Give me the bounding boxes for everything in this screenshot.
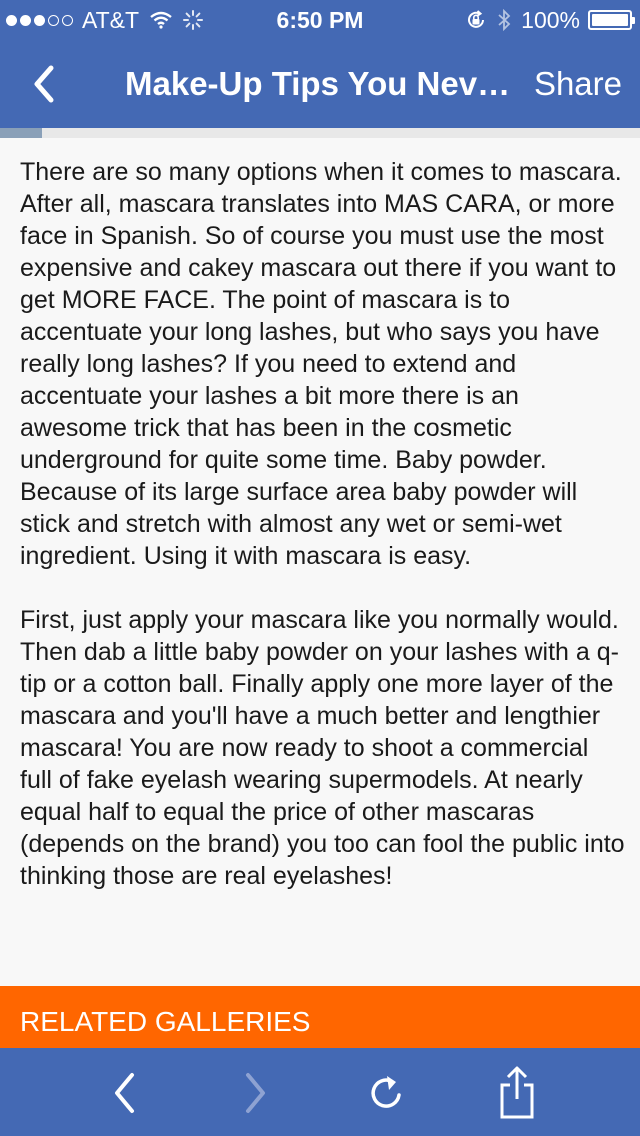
toolbar-forward-button[interactable] — [230, 1068, 280, 1118]
browser-screen: AT&T 6:50 PM 100% Make-Up Tips You Nev… … — [0, 0, 640, 1136]
battery-icon — [588, 10, 635, 30]
status-bar: AT&T 6:50 PM 100% — [0, 0, 640, 40]
share-icon — [500, 1066, 534, 1119]
reload-icon — [371, 1076, 401, 1108]
battery-fill — [592, 14, 628, 26]
image-thumbnail-fragment — [0, 128, 42, 138]
related-galleries-header[interactable]: RELATED GALLERIES — [0, 986, 640, 1048]
top-bar: AT&T 6:50 PM 100% Make-Up Tips You Nev… … — [0, 0, 640, 128]
browser-toolbar — [0, 1048, 640, 1136]
article-paragraph: There are so many options when it comes … — [20, 158, 622, 570]
battery-percentage: 100% — [521, 6, 580, 33]
orientation-lock-icon — [465, 9, 487, 31]
share-button[interactable]: Share — [534, 40, 622, 128]
chevron-left-icon — [115, 1073, 134, 1113]
status-right: 100% — [465, 6, 635, 34]
header-divider — [0, 128, 640, 138]
chevron-right-icon — [246, 1073, 265, 1113]
navigation-bar: Make-Up Tips You Nev… Share — [0, 40, 640, 128]
battery-tip — [632, 17, 635, 24]
back-button[interactable] — [20, 60, 68, 108]
article-body: There are so many options when it comes … — [20, 156, 625, 924]
bluetooth-icon — [497, 9, 511, 31]
toolbar-share-button[interactable] — [492, 1066, 542, 1119]
chevron-left-icon — [34, 65, 54, 103]
article-paragraph: First, just apply your mascara like you … — [20, 606, 625, 890]
toolbar-back-button[interactable] — [100, 1068, 150, 1118]
page-title: Make-Up Tips You Nev… — [125, 65, 511, 102]
toolbar-reload-button[interactable] — [362, 1068, 412, 1118]
